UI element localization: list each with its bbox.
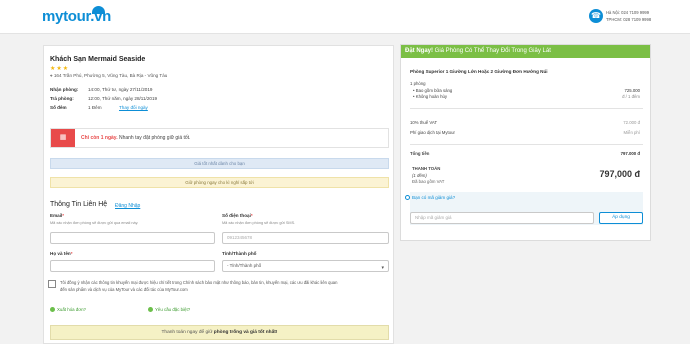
email-hint: Mã xác nhận đơn phòng sẽ được gửi qua em… — [50, 221, 139, 225]
email-label: Email* — [50, 213, 64, 218]
alert-body: Nhanh tay đặt phòng giữ giá tốt. — [117, 135, 191, 141]
room-name: Phòng Superior 1 Giường Lớn Hoặc 2 Giườn… — [410, 69, 548, 74]
hotel-address-text: 164 Trần Phú, Phường 5, Vũng Tàu, Bà Rịa… — [53, 73, 168, 78]
hotline-hanoi[interactable]: Hà Nội: 024 7109 9999 — [606, 10, 649, 15]
fee-value: Miễn phí — [623, 130, 640, 135]
room-price: 725.000 — [624, 88, 640, 93]
urgency-alert: ▦ Chỉ còn 1 ngày. Nhanh tay đặt phòng gi… — [50, 128, 389, 148]
required-mark: * — [62, 213, 65, 218]
refund-text: Không hoàn hủy — [415, 94, 448, 99]
required-mark: * — [250, 213, 253, 218]
plus-circle-icon — [148, 307, 153, 312]
plus-circle-icon — [50, 307, 55, 312]
alert-bold: Chỉ còn 1 ngày. — [81, 135, 118, 141]
phone-label-text: Số điện thoại — [222, 213, 251, 218]
mytour-logo[interactable]: mytour.vn — [42, 6, 111, 25]
alert-text: Chỉ còn 1 ngày. Nhanh tay đặt phòng giữ … — [81, 135, 190, 141]
pay-vat-note: Đã bao gồm VAT — [412, 179, 445, 184]
consent-line-2: đến sản phẩm và dịch vụ của MyTour và cá… — [60, 287, 188, 292]
best-price-notice: Giá tốt nhất dành cho bạn — [50, 158, 389, 169]
fullname-label-text: Họ và tên — [50, 251, 71, 256]
vat-label: 10% thuế VAT — [410, 120, 438, 125]
checkin-value: 14:00, Thứ tư, ngày 27/11/2019 — [88, 87, 153, 92]
login-link[interactable]: Đăng Nhập — [115, 203, 140, 209]
city-select-value: - Tỉnh/Thành phố — [227, 263, 262, 268]
refund-item: • Không hoàn hủy — [413, 94, 447, 99]
promo-question: Bạn có mã giảm giá? — [412, 195, 456, 200]
phone-hint: Mã xác nhận đơn phòng sẽ được gửi SMS. — [222, 221, 296, 225]
breakfast-item: • Bao gồm bữa sáng — [413, 88, 452, 93]
summary-head-text: Giá Phòng Có Thể Thay Đổi Trong Giây Lát — [433, 48, 551, 54]
summary-header: Đặt Ngay! Giá Phòng Có Thể Thay Đổi Tron… — [401, 45, 650, 58]
special-request-label: Yêu cầu đặc biệt? — [155, 307, 191, 312]
nights-label: Số đêm — [50, 105, 67, 110]
vat-value: 72.000 đ — [623, 120, 640, 125]
book-now-notice: Giữ phòng ngay cho kì nghỉ sắp tới — [50, 177, 389, 188]
promo-code-input[interactable]: Nhập mã giảm giá — [410, 212, 594, 224]
total-label: Tổng tiền — [410, 151, 430, 156]
total-value: 797.000 đ — [620, 151, 640, 156]
city-label: Tỉnh/Thành phố — [222, 251, 257, 256]
checkout-value: 12:00, Thứ năm, ngày 28/11/2019 — [88, 96, 158, 101]
booking-form-panel: Khách Sạn Mermaid Seaside ★★★ ⌖ 164 Trần… — [43, 45, 394, 344]
fullname-field[interactable] — [50, 260, 215, 272]
nights-value: 1 Đêm — [88, 105, 102, 110]
required-mark: * — [70, 251, 73, 256]
city-select[interactable]: - Tỉnh/Thành phố ▾ — [222, 260, 389, 272]
phone-label: Số điện thoại* — [222, 213, 253, 218]
hotel-stars: ★★★ — [50, 66, 70, 72]
calendar-icon: ▦ — [51, 129, 75, 147]
phone-field[interactable]: 0912345678 — [222, 232, 389, 244]
apply-promo-button[interactable]: Áp dụng — [599, 212, 643, 224]
room-price-unit: đ / 1 đêm — [622, 94, 640, 99]
consent-line-1: Tôi đồng ý nhận các thông tin khuyến mại… — [60, 280, 338, 285]
order-summary-panel: Đặt Ngay! Giá Phòng Có Thể Thay Đổi Tron… — [400, 44, 651, 241]
fullname-label: Họ và tên* — [50, 251, 72, 256]
contact-section-title: Thông Tin Liên Hệ — [50, 201, 108, 208]
email-label-text: Email — [50, 213, 63, 218]
invoice-toggle[interactable]: Xuất hóa đơn? — [50, 307, 86, 312]
consent-checkbox[interactable] — [48, 280, 56, 288]
plus-circle-icon — [405, 195, 410, 200]
hotline-hcm[interactable]: TPHCM: 028 7109 9998 — [606, 17, 651, 22]
change-dates-link[interactable]: Thay đổi ngày — [119, 105, 148, 110]
divider — [410, 108, 643, 109]
hotel-name: Khách Sạn Mermaid Seaside — [50, 56, 146, 63]
pay-total-value: 797,000 đ — [599, 169, 640, 179]
submit-text: Thanh toán ngay để giữ — [161, 330, 214, 335]
logo-sun-icon — [92, 6, 105, 14]
summary-head-bold: Đặt Ngay! — [405, 48, 434, 54]
invoice-label: Xuất hóa đơn? — [57, 307, 87, 312]
phone-icon: ☎ — [589, 9, 603, 23]
checkin-label: Nhận phòng: — [50, 87, 79, 92]
pay-label: THANH TOÁN — [412, 166, 441, 171]
top-header: mytour.vn ☎ Hà Nội: 024 7109 9999 TPHCM:… — [0, 0, 690, 34]
promo-toggle[interactable]: Bạn có mã giảm giá? — [405, 195, 455, 200]
submit-bold: phòng trống và giá tốt nhất! — [213, 330, 278, 335]
breakfast-text: Bao gồm bữa sáng — [415, 88, 453, 93]
pay-now-button[interactable]: Thanh toán ngay để giữ phòng trống và gi… — [50, 325, 389, 340]
fee-label: Phí giao dịch tại Mytour — [410, 130, 455, 135]
hotel-address: ⌖ 164 Trần Phú, Phường 5, Vũng Tàu, Bà R… — [50, 73, 167, 78]
special-request-toggle[interactable]: Yêu cầu đặc biệt? — [148, 307, 190, 312]
pay-nights: (1 đêm) — [412, 173, 427, 178]
room-qty: 1 phòng — [410, 81, 426, 86]
email-field[interactable] — [50, 232, 215, 244]
checkout-label: Trả phòng: — [50, 96, 74, 101]
divider — [410, 144, 643, 145]
chevron-down-icon: ▾ — [381, 265, 384, 271]
